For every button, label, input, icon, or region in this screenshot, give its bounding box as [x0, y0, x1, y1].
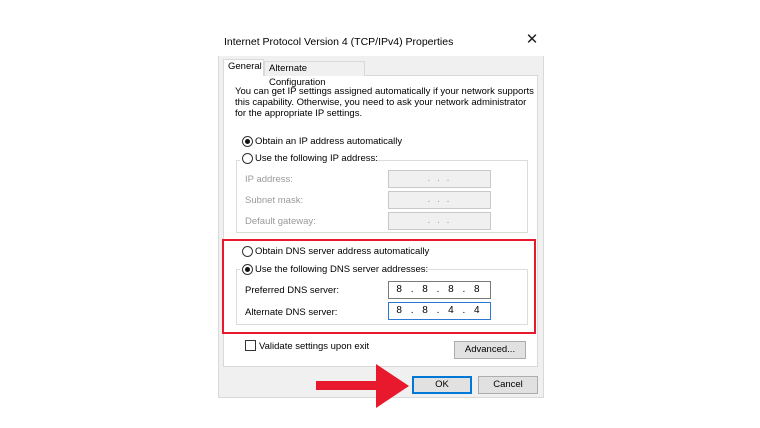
obtain-ip-auto-radio[interactable] — [242, 136, 253, 147]
validate-label[interactable]: Validate settings upon exit — [259, 341, 369, 352]
use-following-ip-label[interactable]: Use the following IP address: — [255, 153, 378, 164]
tab-alternate-configuration[interactable]: Alternate Configuration — [264, 61, 365, 88]
subnet-mask-field[interactable]: . . . — [388, 191, 491, 209]
ok-button[interactable]: OK — [412, 376, 472, 394]
default-gateway-label: Default gateway: — [245, 216, 316, 227]
window-title: Internet Protocol Version 4 (TCP/IPv4) P… — [224, 36, 454, 48]
ip-address-field[interactable]: . . . — [388, 170, 491, 188]
validate-checkbox[interactable] — [245, 340, 256, 351]
dns-highlight-box — [222, 239, 536, 334]
ip-address-label: IP address: — [245, 174, 293, 185]
obtain-ip-auto-label[interactable]: Obtain an IP address automatically — [255, 136, 402, 147]
close-icon[interactable]: ✕ — [524, 31, 540, 49]
subnet-mask-label: Subnet mask: — [245, 195, 304, 206]
use-following-ip-radio[interactable] — [242, 153, 253, 164]
cancel-button[interactable]: Cancel — [478, 376, 538, 394]
intro-text: You can get IP settings assigned automat… — [235, 86, 534, 119]
tab-general[interactable]: General — [223, 59, 264, 76]
arrow-right-icon — [316, 364, 409, 408]
default-gateway-field[interactable]: . . . — [388, 212, 491, 230]
advanced-button[interactable]: Advanced... — [454, 341, 526, 359]
